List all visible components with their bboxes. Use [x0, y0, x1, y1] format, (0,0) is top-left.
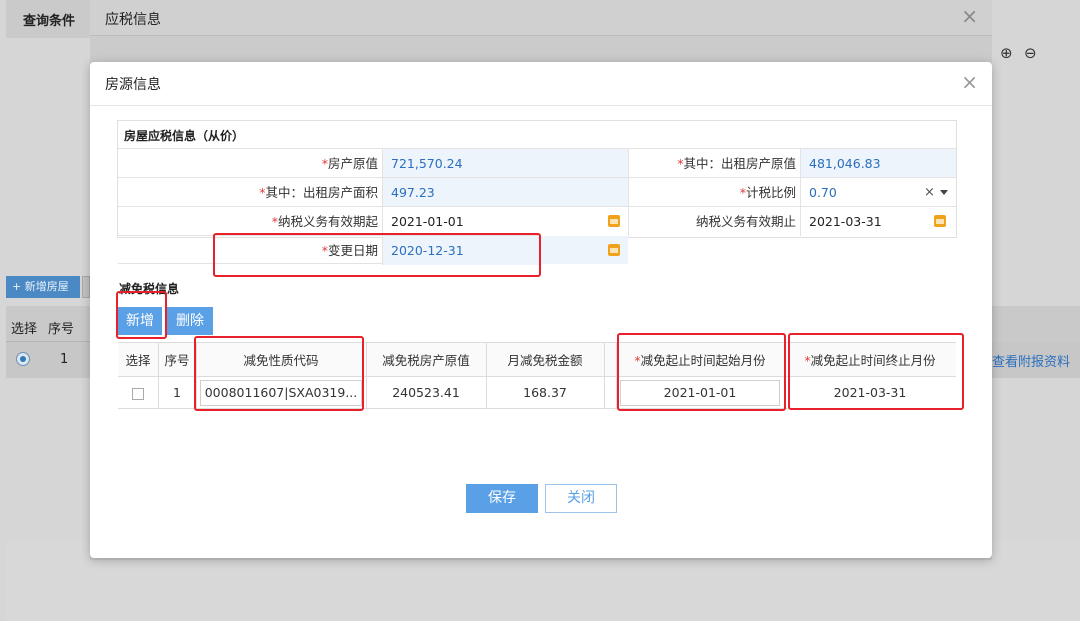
header-seq: 序号 — [164, 353, 190, 368]
section-title: 房屋应税信息（从价） — [124, 129, 245, 143]
original-value-label: *房产原值 — [321, 156, 378, 171]
start-date-label: *纳税义务有效期起 — [271, 214, 378, 229]
reduce-table-header: 选择 序号 减免性质代码 减免税房产原值 月减免税金额 *减免起止时间起始月份 … — [118, 342, 956, 378]
row-end-month[interactable]: 2021-03-31 — [784, 377, 956, 409]
header-select: 选择 — [11, 322, 38, 337]
calendar-icon[interactable] — [934, 215, 946, 227]
right-header-cell — [992, 306, 1080, 342]
end-date-label: 纳税义务有效期止 — [695, 214, 796, 229]
change-date-field[interactable]: 2020-12-31 — [383, 236, 540, 265]
house-table-header: 选择 序号 — [6, 306, 90, 342]
secondary-button[interactable] — [82, 276, 90, 298]
row-original-value: 240523.41 — [392, 385, 460, 400]
query-header: 查询条件 — [6, 0, 90, 38]
start-date-field[interactable]: 2021-01-01 — [383, 207, 628, 236]
rental-original-label: *其中：出租房产原值 — [677, 156, 796, 171]
tax-info-header: 应税信息 × — [90, 0, 992, 36]
start-month-input[interactable]: 2021-01-01 — [620, 380, 780, 406]
header-original-value: 减免税房产原值 — [382, 353, 470, 368]
house-table-row[interactable]: 1 — [6, 342, 90, 378]
header-code: 减免性质代码 — [243, 353, 319, 368]
delete-button[interactable]: 删除 — [167, 307, 213, 335]
form-row-2: *其中：出租房产面积 497.23 *计税比例 0.70 × — [118, 177, 956, 207]
tax-ratio-label: *计税比例 — [739, 185, 796, 200]
row-checkbox[interactable] — [118, 377, 158, 409]
header-monthly-amount: 月减免税金额 — [507, 353, 583, 368]
change-date-label: *变更日期 — [321, 243, 378, 258]
rental-original-field[interactable]: 481,046.83 — [801, 149, 956, 178]
header-select: 选择 — [125, 353, 151, 368]
zoom-in-icon[interactable]: ⊕ — [1000, 44, 1013, 62]
form-row-4: *变更日期 2020-12-31 — [118, 235, 540, 265]
house-info-header: 房源信息 × — [90, 62, 992, 106]
calendar-icon[interactable] — [608, 244, 620, 256]
row-seq: 1 — [173, 385, 181, 400]
table-row[interactable]: 1 0008011607|SXA0319... 240523.41 168.37… — [118, 377, 956, 409]
original-value-field[interactable]: 721,570.24 — [383, 149, 540, 178]
close-button[interactable]: 关闭 — [545, 484, 617, 513]
form-row-1: *房产原值 721,570.24 *其中：出租房产原值 481,046.83 — [118, 148, 956, 178]
rental-area-label: *其中：出租房产面积 — [259, 185, 378, 200]
add-button[interactable]: 新增 — [118, 307, 162, 335]
house-info-dialog: 房源信息 × 房屋应税信息（从价） *房产原值 721,570.24 *其中：出… — [90, 62, 992, 558]
zoom-out-icon[interactable]: ⊖ — [1024, 44, 1037, 62]
row-seq: 1 — [60, 352, 69, 367]
form-row-3: *纳税义务有效期起 2021-01-01 纳税义务有效期止 2021-03-31 — [118, 206, 956, 236]
rental-area-field[interactable]: 497.23 — [383, 178, 628, 207]
calendar-icon[interactable] — [608, 215, 620, 227]
add-house-button[interactable]: + 新增房屋 — [6, 276, 80, 298]
header-end-month: *减免起止时间终止月份 — [804, 353, 936, 368]
code-input[interactable]: 0008011607|SXA0319... — [200, 380, 362, 406]
save-button[interactable]: 保存 — [466, 484, 538, 513]
house-info-title: 房源信息 — [105, 77, 161, 93]
view-attachments-link[interactable]: 查看附报资料 — [992, 351, 1070, 370]
reduce-section-title: 减免税信息 — [119, 282, 180, 296]
row-monthly-amount: 168.37 — [523, 385, 567, 400]
close-icon[interactable]: × — [961, 72, 978, 92]
clear-icon[interactable]: × — [924, 178, 935, 207]
header-start-month: *减免起止时间起始月份 — [634, 353, 766, 368]
query-title: 查询条件 — [23, 14, 76, 29]
chevron-down-icon[interactable] — [940, 190, 948, 195]
end-date-field[interactable]: 2021-03-31 — [801, 207, 956, 236]
row-radio[interactable] — [16, 352, 30, 366]
tax-info-title: 应税信息 — [105, 12, 161, 28]
close-icon[interactable]: × — [961, 6, 978, 26]
header-seq: 序号 — [48, 322, 75, 337]
